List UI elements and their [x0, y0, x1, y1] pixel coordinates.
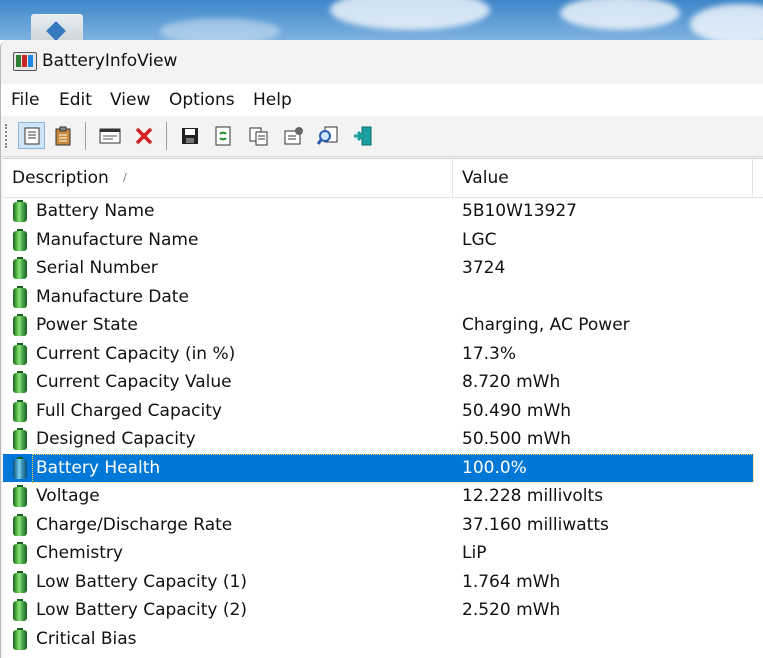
row-value: 50.500 mWh [462, 429, 572, 449]
battery-icon [13, 513, 27, 536]
battery-info-list[interactable]: Description ∕ Value Battery Name 5B10W139… [3, 158, 763, 658]
window-title: BatteryInfoView [42, 51, 178, 71]
menu-help[interactable]: Help [253, 88, 292, 112]
exit-icon[interactable] [349, 122, 376, 149]
row-value: 37.160 milliwatts [462, 514, 609, 535]
app-icon [13, 52, 37, 71]
list-item[interactable]: Critical Bias [3, 625, 753, 653]
row-value: 8.720 mWh [462, 372, 561, 392]
battery-icon [13, 342, 27, 365]
list-item[interactable]: Battery Health 100.0% [3, 453, 754, 483]
row-value: 17.3% [462, 343, 517, 364]
battery-icon [13, 599, 27, 621]
battery-icon [13, 228, 27, 251]
list-item[interactable]: Low Battery Capacity (2) 2.520 mWh [3, 596, 753, 624]
list-item[interactable]: Charge/Discharge Rate 37.160 milliwatts [3, 511, 753, 539]
sort-arrow-icon: ∕ [123, 171, 127, 184]
menu-file[interactable]: File [11, 88, 39, 112]
battery-icon [13, 485, 27, 507]
list-item[interactable]: Current Capacity (in %) 17.3% [3, 340, 753, 368]
menu-edit[interactable]: Edit [59, 88, 92, 112]
focus-rectangle [32, 453, 754, 483]
column-header-value[interactable]: Value [462, 159, 509, 197]
list-item[interactable]: Power State Charging, AC Power [3, 311, 753, 339]
row-description: Current Capacity (in %) [36, 343, 236, 364]
battery-icon [13, 314, 27, 336]
list-item[interactable]: Voltage 12.228 millivolts [3, 482, 753, 510]
list-item[interactable]: Manufacture Date [3, 283, 753, 311]
list-item[interactable]: Serial Number 3724 [3, 254, 753, 282]
row-description: Charge/Discharge Rate [36, 514, 233, 535]
row-description: Low Battery Capacity (2) [36, 600, 247, 620]
desktop-background [0, 0, 763, 40]
recycle-bin-icon[interactable] [31, 14, 83, 40]
column-header-description[interactable]: Description [12, 159, 109, 197]
row-description: Critical Bias [36, 628, 137, 649]
clipboard-icon[interactable] [49, 122, 76, 149]
toolbar-grip[interactable] [5, 124, 9, 148]
battery-icon [13, 399, 27, 422]
list-item[interactable]: Designed Capacity 50.500 mWh [3, 425, 753, 453]
row-value: 3724 [462, 258, 506, 278]
options-icon[interactable] [280, 122, 307, 149]
battery-icon [13, 257, 27, 279]
menu-bar: File Edit View Options Help [1, 84, 763, 116]
find-icon[interactable] [314, 122, 341, 149]
row-description: Power State [36, 315, 138, 335]
list-item[interactable]: Manufacture Name LGC [3, 226, 753, 254]
copy-icon[interactable] [245, 122, 272, 149]
html-report-icon[interactable] [96, 122, 123, 149]
battery-icon [13, 428, 27, 450]
battery-icon [13, 200, 27, 222]
app-window: BatteryInfoView File Edit View Options H… [0, 40, 763, 658]
list-item[interactable]: Low Battery Capacity (1) 1.764 mWh [3, 568, 753, 596]
menu-options[interactable]: Options [169, 88, 235, 112]
refresh-icon[interactable] [209, 122, 236, 149]
row-description: Low Battery Capacity (1) [36, 571, 247, 592]
row-description: Full Charged Capacity [36, 400, 222, 421]
battery-icon [13, 542, 27, 564]
battery-icon [13, 627, 27, 650]
row-value: Charging, AC Power [462, 315, 630, 335]
menu-view[interactable]: View [110, 88, 150, 112]
title-bar[interactable]: BatteryInfoView [1, 40, 763, 84]
row-description: Chemistry [36, 543, 123, 563]
row-value: 50.490 mWh [462, 400, 572, 421]
delete-icon[interactable] [130, 122, 157, 149]
row-value: 1.764 mWh [462, 571, 561, 592]
toolbar [1, 116, 763, 157]
battery-icon [13, 285, 27, 308]
battery-icon [13, 570, 27, 593]
battery-icon [13, 371, 27, 393]
properties-icon[interactable] [18, 122, 45, 149]
row-description: Manufacture Date [36, 286, 189, 307]
save-icon[interactable] [176, 122, 203, 149]
list-item[interactable]: Current Capacity Value 8.720 mWh [3, 368, 753, 396]
row-value: 12.228 millivolts [462, 486, 604, 506]
row-description: Battery Name [36, 201, 155, 221]
row-value: 5B10W13927 [462, 201, 577, 221]
list-item[interactable]: Chemistry LiP [3, 539, 753, 567]
battery-icon [13, 456, 27, 479]
list-item[interactable]: Full Charged Capacity 50.490 mWh [3, 397, 753, 425]
row-description: Serial Number [36, 258, 158, 278]
row-description: Designed Capacity [36, 429, 196, 449]
list-item[interactable]: Battery Name 5B10W13927 [3, 197, 753, 225]
row-description: Voltage [36, 486, 100, 506]
list-header: Description ∕ Value [3, 159, 763, 198]
row-value: LiP [462, 543, 487, 563]
row-value: LGC [462, 229, 497, 250]
row-description: Current Capacity Value [36, 372, 232, 392]
row-value: 2.520 mWh [462, 600, 561, 620]
row-description: Manufacture Name [36, 229, 199, 250]
